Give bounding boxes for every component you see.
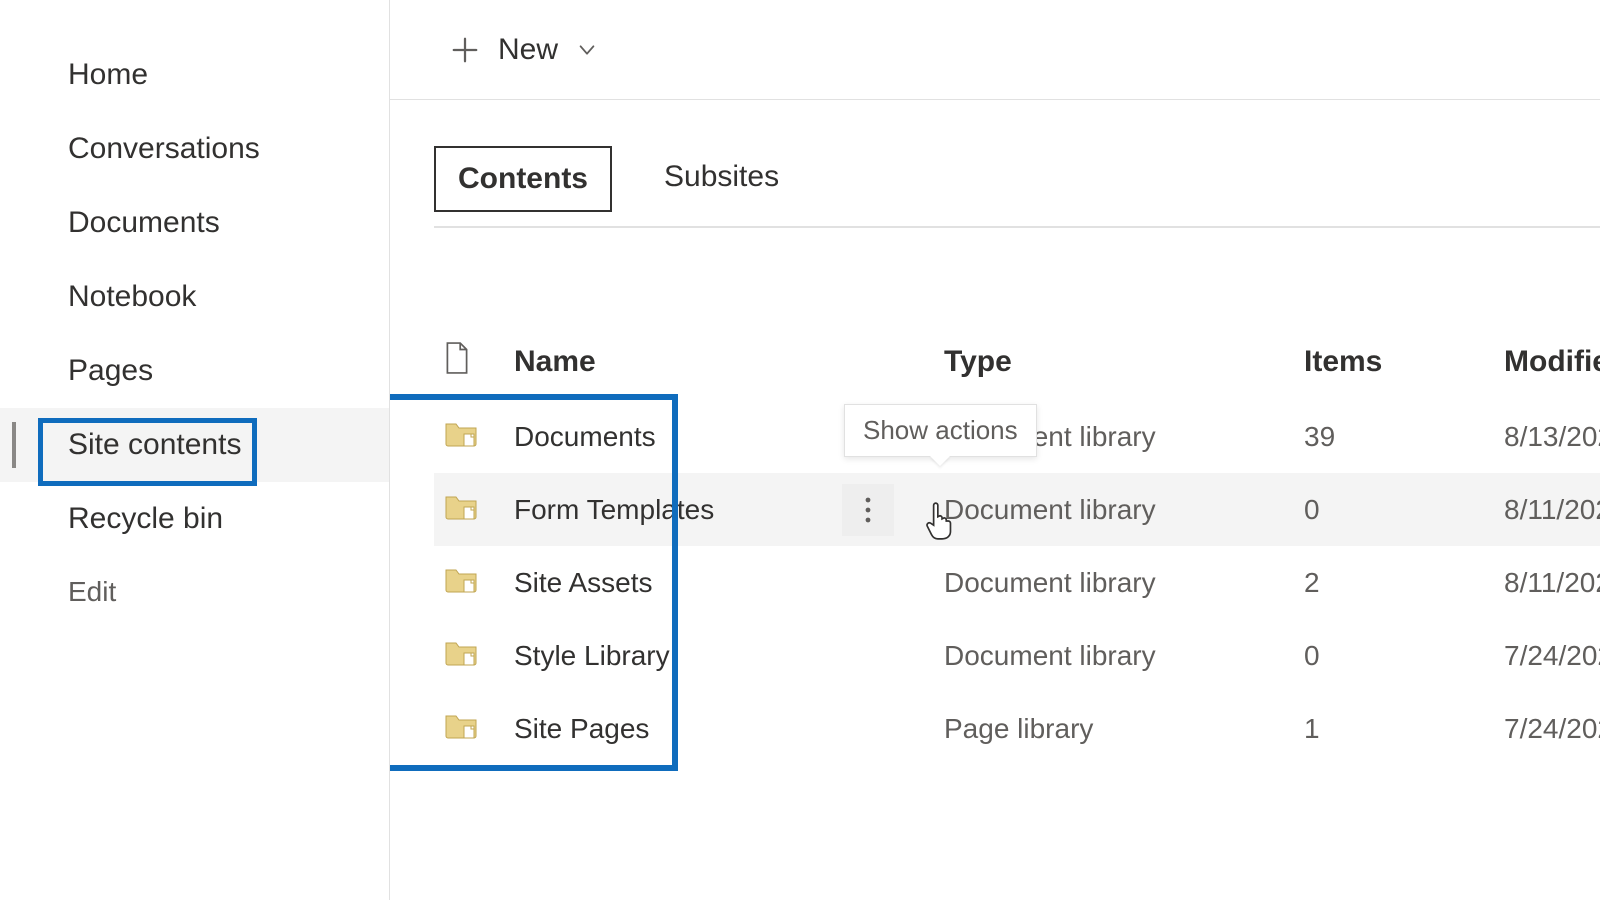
row-type: Document library <box>934 546 1294 619</box>
sidebar-item-home[interactable]: Home <box>0 38 389 112</box>
sidebar-item-pages[interactable]: Pages <box>0 334 389 408</box>
document-icon <box>444 342 470 374</box>
row-name[interactable]: Site Pages <box>504 692 934 765</box>
folder-library-icon <box>444 418 478 448</box>
tab-subsites[interactable]: Subsites <box>642 146 801 208</box>
row-modified: 7/24/2021 10: <box>1494 692 1600 765</box>
table-row[interactable]: Site PagesPage library17/24/2021 10: <box>434 692 1600 765</box>
row-type: Page library <box>934 692 1294 765</box>
table-row[interactable]: Site AssetsDocument library28/11/2021 4:… <box>434 546 1600 619</box>
sidebar-item-label: Site contents <box>68 428 241 461</box>
sidebar-item-label: Conversations <box>68 132 260 165</box>
new-button[interactable]: New <box>434 23 614 77</box>
tab-label: Contents <box>458 162 588 195</box>
row-items: 39 <box>1294 400 1494 473</box>
sidebar-item-notebook[interactable]: Notebook <box>0 260 389 334</box>
folder-library-icon <box>444 710 478 740</box>
folder-library-icon <box>444 491 478 521</box>
more-actions-button[interactable] <box>842 484 894 536</box>
sidebar-item-label: Home <box>68 58 148 91</box>
header-type[interactable]: Type <box>934 324 1294 400</box>
row-icon-cell <box>434 619 504 692</box>
row-icon-cell <box>434 473 504 546</box>
chevron-down-icon <box>576 39 598 61</box>
tooltip-arrow <box>930 456 950 466</box>
row-icon-cell <box>434 546 504 619</box>
row-type: Document library <box>934 619 1294 692</box>
row-name[interactable]: Form Templates <box>504 473 934 546</box>
row-type: Document library <box>934 473 1294 546</box>
sidebar-edit-label: Edit <box>68 576 116 607</box>
folder-library-icon <box>444 564 478 594</box>
sidebar-item-conversations[interactable]: Conversations <box>0 112 389 186</box>
row-items: 1 <box>1294 692 1494 765</box>
table-row[interactable]: Style LibraryDocument library07/24/2021 … <box>434 619 1600 692</box>
header-items[interactable]: Items <box>1294 324 1494 400</box>
table-header-row: Name Type Items Modified <box>434 324 1600 400</box>
main: New Contents Subsites <box>390 0 1600 900</box>
sidebar-item-documents[interactable]: Documents <box>0 186 389 260</box>
command-bar: New <box>390 0 1600 100</box>
plus-icon <box>450 35 480 65</box>
row-icon-cell <box>434 400 504 473</box>
show-actions-tooltip: Show actions <box>844 404 1037 457</box>
tooltip-label: Show actions <box>863 415 1018 445</box>
sidebar-edit-link[interactable]: Edit <box>0 556 389 628</box>
sidebar-item-recycle-bin[interactable]: Recycle bin <box>0 482 389 556</box>
tab-contents[interactable]: Contents <box>434 146 612 212</box>
row-name[interactable]: Site Assets <box>504 546 934 619</box>
sidebar-item-site-contents[interactable]: Site contents Site contents <box>0 408 389 482</box>
row-items: 0 <box>1294 619 1494 692</box>
sidebar-item-label: Recycle bin <box>68 502 223 535</box>
header-icon[interactable] <box>434 324 504 400</box>
row-modified: 8/11/2021 4:4 <box>1494 546 1600 619</box>
contents-table: Name Type Items Modified DocumentsDocume… <box>434 324 1600 765</box>
row-modified: 8/11/2021 4:4 <box>1494 473 1600 546</box>
sidebar-item-label: Notebook <box>68 280 196 313</box>
row-modified: 8/13/2021 10:4 <box>1494 400 1600 473</box>
folder-library-icon <box>444 637 478 667</box>
row-modified: 7/24/2021 10: <box>1494 619 1600 692</box>
sidebar-item-label: Pages <box>68 354 153 387</box>
row-items: 2 <box>1294 546 1494 619</box>
sidebar: Home Conversations Documents Notebook Pa… <box>0 0 390 900</box>
new-button-label: New <box>498 33 558 67</box>
contents-table-wrap: Name Type Items Modified DocumentsDocume… <box>390 228 1600 765</box>
tabs: Contents Subsites <box>390 100 1600 212</box>
tab-label: Subsites <box>664 160 779 193</box>
header-modified[interactable]: Modified <box>1494 324 1600 400</box>
header-name[interactable]: Name <box>504 324 934 400</box>
table-row[interactable]: Form TemplatesDocument library08/11/2021… <box>434 473 1600 546</box>
row-items: 0 <box>1294 473 1494 546</box>
row-name[interactable]: Style Library <box>504 619 934 692</box>
row-icon-cell <box>434 692 504 765</box>
sidebar-item-label: Documents <box>68 206 220 239</box>
